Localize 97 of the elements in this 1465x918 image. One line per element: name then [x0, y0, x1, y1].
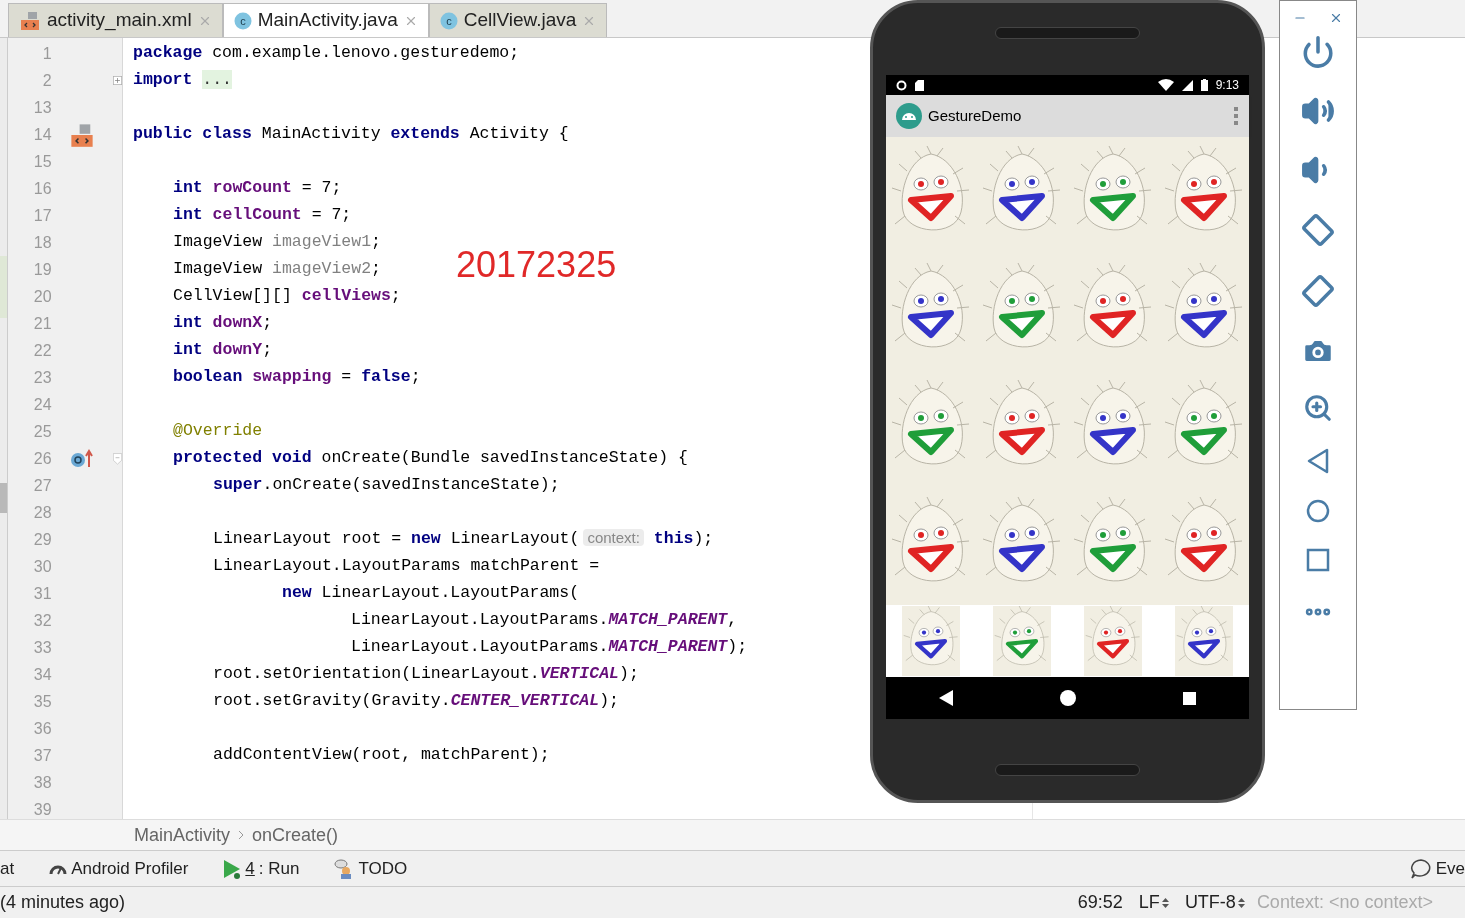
line-number: 19 [32, 259, 52, 280]
tool-window-button[interactable]: at [0, 855, 15, 882]
line-number: 37 [32, 745, 52, 766]
code-line: package com.example.lenovo.gesturedemo; [133, 42, 520, 65]
line-number: 23 [32, 367, 52, 388]
run-icon [223, 858, 242, 879]
code-line: LinearLayout.LayoutParams matchParent = [213, 555, 600, 578]
line-number: 16 [32, 178, 52, 199]
line-number: 13 [32, 97, 52, 118]
code-line: root.setGravity(Gravity.CENTER_VERTICAL); [213, 690, 619, 713]
home-icon[interactable] [1060, 690, 1076, 706]
breadcrumb-item[interactable]: onCreate() [252, 821, 339, 849]
encoding-selector[interactable]: UTF-8 [1184, 889, 1245, 916]
change-marker [0, 256, 7, 318]
up-down-icon [1237, 896, 1245, 909]
code-line: CellView[][] cellViews; [173, 285, 401, 308]
signal-icon [1181, 79, 1193, 91]
power-icon[interactable] [1301, 35, 1335, 69]
rotate-left-icon[interactable] [1300, 212, 1336, 248]
line-number: 34 [32, 664, 52, 685]
fold-expand-icon[interactable] [113, 74, 122, 87]
line-number: 31 [32, 583, 52, 604]
line-number: 14 [32, 124, 52, 145]
line-number: 2 [41, 70, 52, 91]
chevron-icon [238, 830, 245, 840]
line-number: 35 [32, 691, 52, 712]
code-line: addContentView(root, matchParent); [213, 744, 550, 767]
code-line: ImageView imageView2; [173, 258, 381, 281]
code-line: import ... [133, 69, 233, 92]
line-number: 1 [41, 43, 52, 64]
class-icon: c [233, 11, 252, 30]
line-number: 39 [32, 799, 52, 819]
tool-window-button[interactable]: TODO [334, 855, 408, 882]
up-down-icon [1161, 896, 1169, 909]
line-number: 38 [32, 772, 52, 793]
line-number: 29 [32, 529, 52, 550]
close-icon[interactable] [1329, 11, 1343, 25]
editor-tab[interactable]: c MainActivity.java [222, 3, 429, 37]
code-line: LinearLayout.LayoutParams.MATCH_PARENT); [351, 636, 748, 659]
line-number: 17 [32, 205, 52, 226]
app-title: GestureDemo [928, 105, 1022, 126]
breadcrumb-item[interactable]: MainActivity [134, 821, 231, 849]
override-icon[interactable] [70, 448, 95, 469]
battery-icon [1200, 79, 1208, 91]
code-line: ImageView imageView1; [173, 231, 381, 254]
code-line: new LinearLayout.LayoutParams( [282, 582, 580, 605]
code-line: boolean swapping = false; [173, 366, 421, 389]
line-number: 25 [32, 421, 52, 442]
class-icon: c [439, 11, 458, 30]
code-line: int downX; [173, 312, 273, 335]
tool-window-button[interactable]: Eve [1409, 855, 1465, 882]
clock-text: 9:13 [1215, 77, 1239, 94]
line-number: 20 [32, 286, 52, 307]
record-icon [896, 79, 907, 91]
line-number: 26 [32, 448, 52, 469]
sd-card-icon [915, 79, 924, 91]
code-line: int downY; [173, 339, 273, 362]
line-separator-selector[interactable]: LF [1138, 889, 1169, 916]
code-line: super.onCreate(savedInstanceState); [213, 474, 560, 497]
code-line: int rowCount = 7; [173, 177, 342, 200]
robot-logo-icon [896, 103, 922, 129]
code-line: @Override [173, 420, 263, 443]
line-number: 24 [32, 394, 52, 415]
code-line: protected void onCreate(Bundle savedInstanceState) { [173, 447, 688, 470]
line-number: 21 [32, 313, 52, 334]
line-number: 22 [32, 340, 52, 361]
editor-tab[interactable]: activity_main.xml [8, 3, 223, 37]
overflow-menu-icon[interactable] [1233, 107, 1239, 125]
status-message: (4 minutes ago) [0, 891, 126, 914]
line-number: 15 [32, 151, 52, 172]
layout-file-icon [19, 10, 41, 31]
cursor-position[interactable]: 69:52 [1077, 889, 1123, 916]
code-line: root.setOrientation(LinearLayout.VERTICAL); [213, 663, 639, 686]
zoom-icon[interactable] [1303, 393, 1333, 423]
line-number: 28 [32, 502, 52, 523]
editor-tab[interactable]: c CellView.java [428, 3, 608, 37]
rotate-right-icon[interactable] [1300, 273, 1336, 309]
tool-window-button[interactable]: 4 : Run [223, 855, 300, 882]
code-line: public class MainActivity extends Activity { [133, 123, 569, 146]
code-line: LinearLayout root = new LinearLayout( context: this); [213, 528, 714, 551]
scroll-marker [0, 483, 7, 513]
wifi-icon [1157, 79, 1174, 91]
layout-file-icon[interactable] [69, 121, 96, 148]
line-number: 36 [32, 718, 52, 739]
code-line: int cellCount = 7; [173, 204, 352, 227]
back-icon[interactable] [939, 690, 954, 706]
line-number: 32 [32, 610, 52, 631]
speech-bubble-icon [1409, 858, 1432, 879]
tool-window-button[interactable]: Android Profiler [49, 855, 189, 882]
context-indicator: Context: <no context> [1256, 891, 1433, 914]
line-number: 18 [32, 232, 52, 253]
code-line: LinearLayout.LayoutParams.MATCH_PARENT, [351, 609, 738, 632]
line-number: 27 [32, 475, 52, 496]
overview-icon[interactable] [1182, 691, 1196, 705]
line-number: 30 [32, 556, 52, 577]
line-number: 33 [32, 637, 52, 658]
overlay-label: 20172325 [456, 243, 617, 287]
